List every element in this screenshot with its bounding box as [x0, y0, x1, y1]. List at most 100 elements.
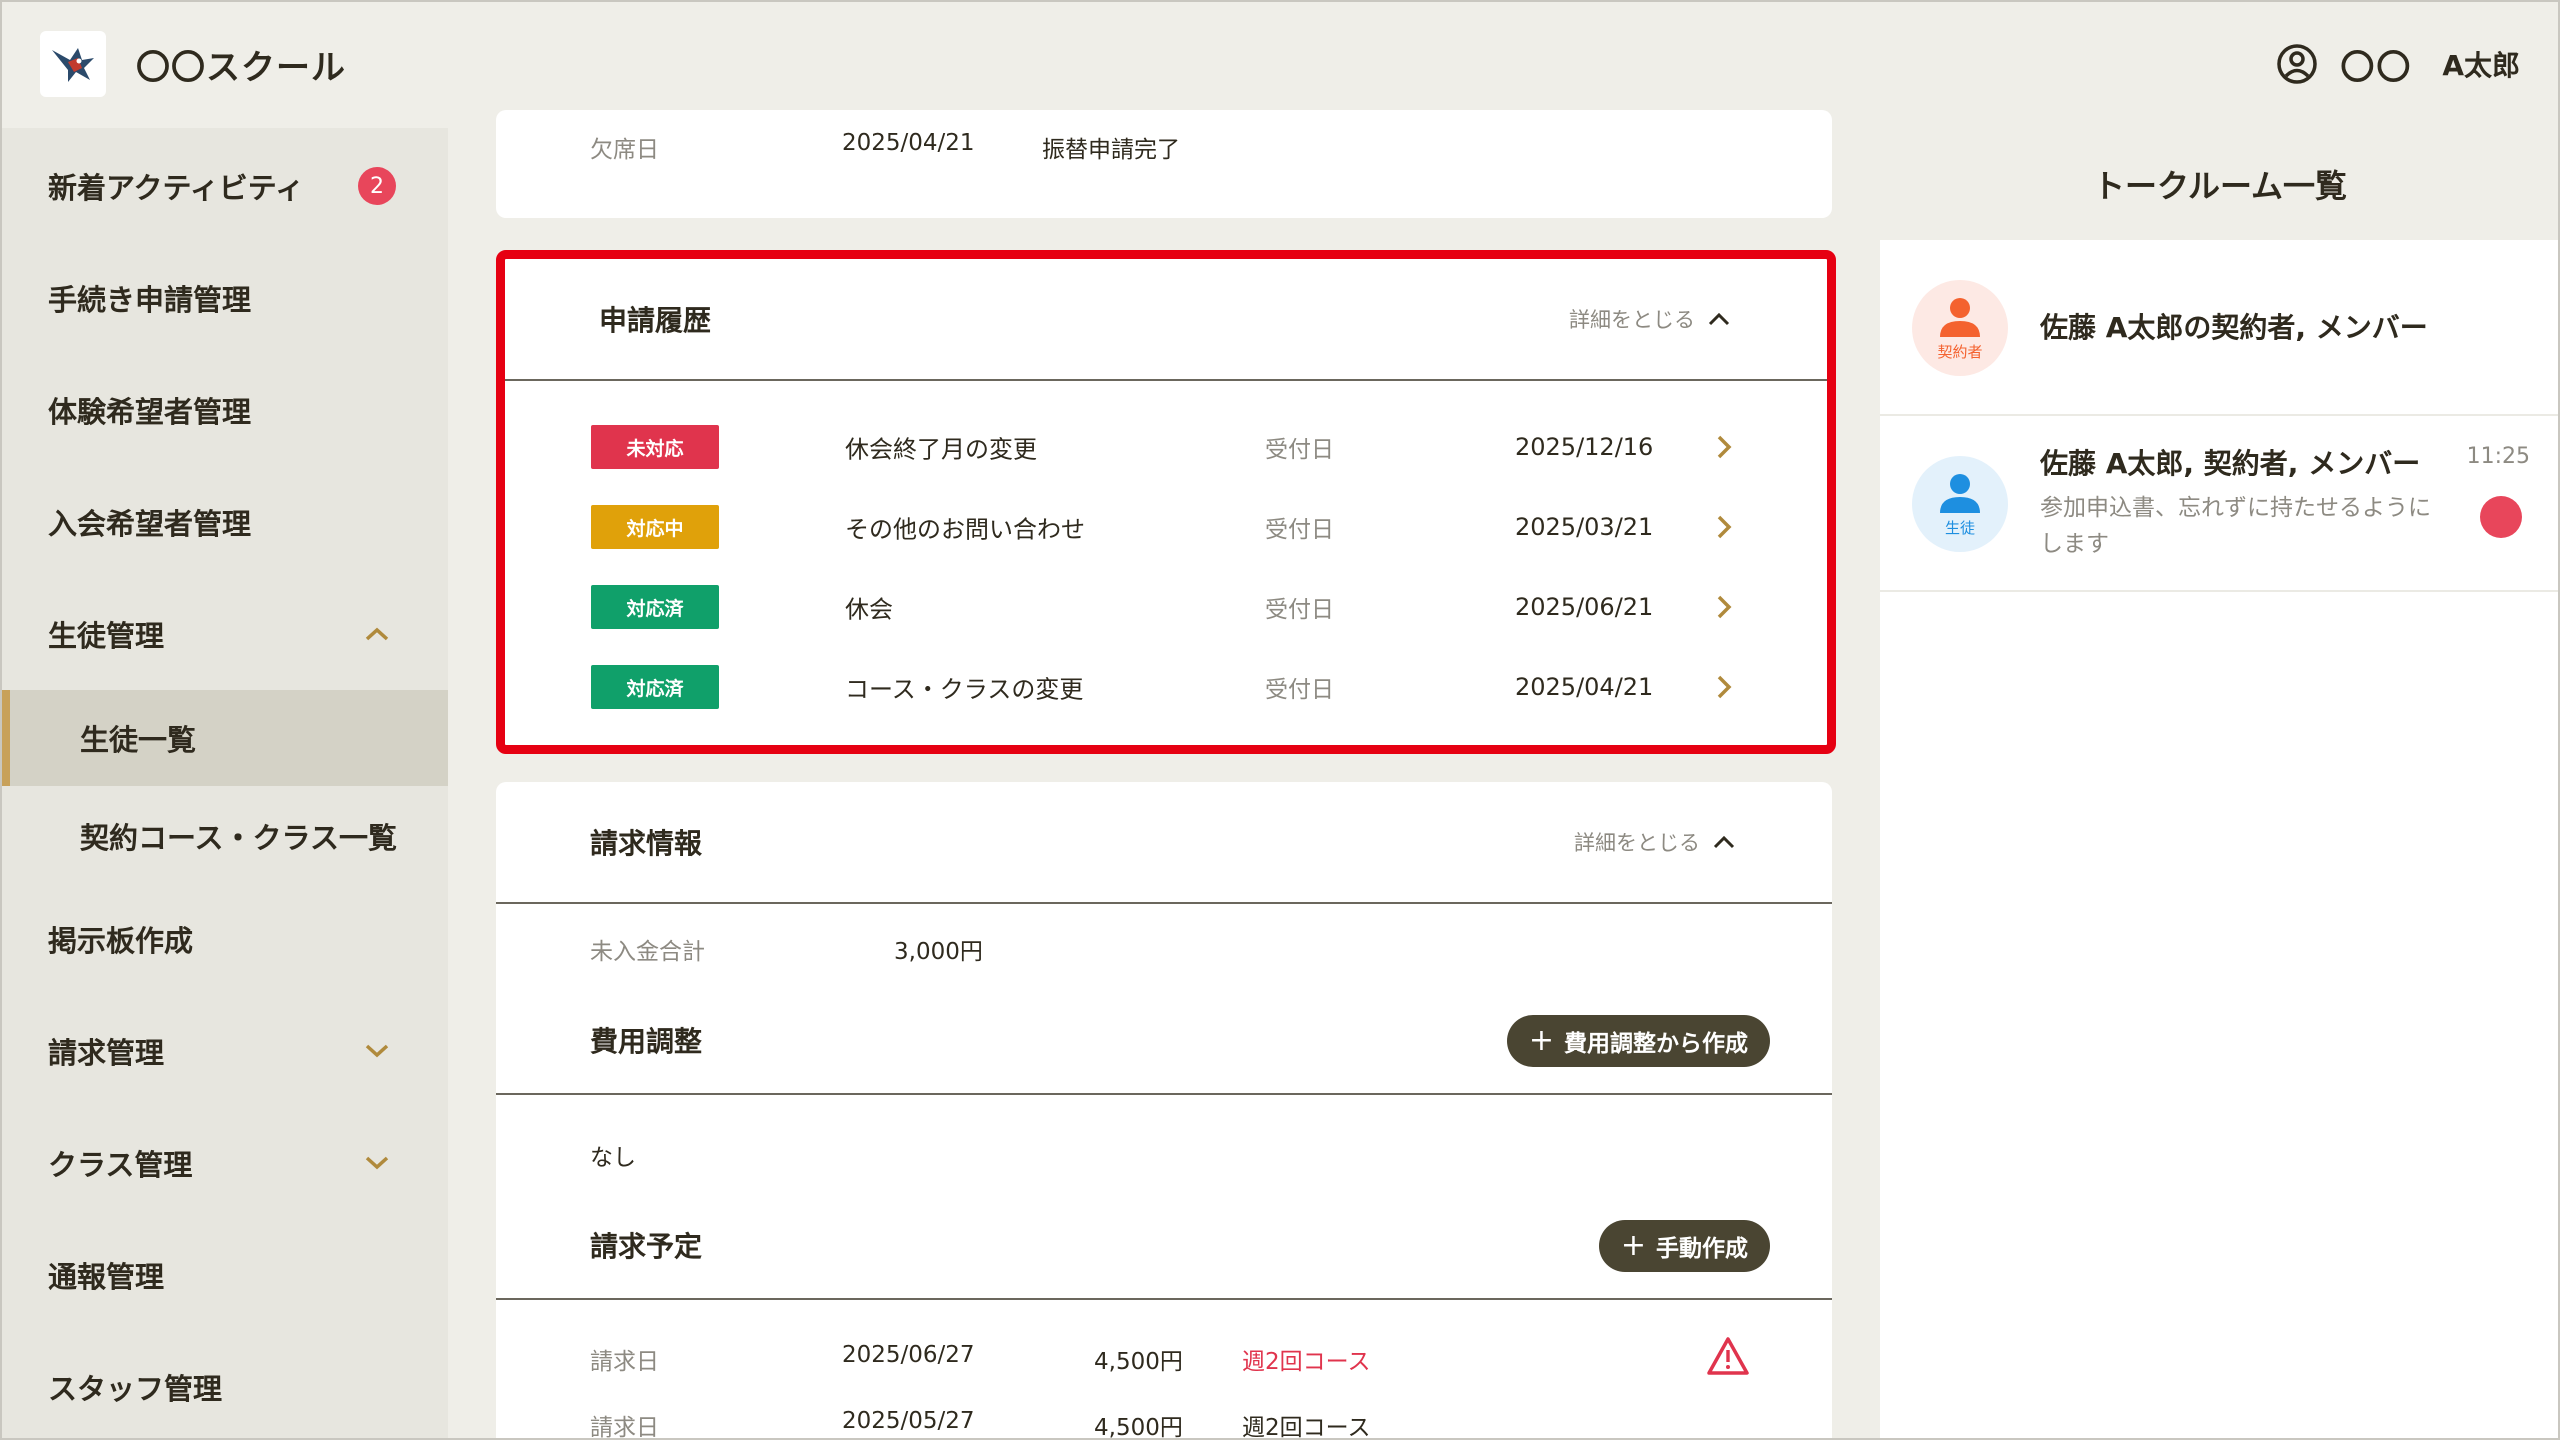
person-icon	[1940, 297, 1980, 337]
received-date: 2025/12/16	[1515, 433, 1654, 461]
talk-room-item[interactable]: 契約者 佐藤 A太郎の契約者, メンバー	[1880, 240, 2560, 416]
billing-date: 2025/05/27	[842, 1408, 975, 1434]
billing-amount: 4,500円	[1094, 1349, 1183, 1375]
received-date: 2025/04/21	[1515, 673, 1654, 701]
chevron-up-icon	[1708, 312, 1730, 326]
billing-course: 週2回コース	[1242, 1415, 1371, 1440]
history-row-title: 休会終了月の変更	[845, 435, 1037, 464]
billing-date-label: 請求日	[590, 1415, 659, 1440]
collapse-label: 詳細をとじる	[1574, 831, 1700, 855]
room-name: 佐藤 A太郎の契約者, メンバー	[2040, 311, 2428, 344]
room-last-message: 参加申込書、忘れずに持たせるようにします	[2040, 495, 2431, 557]
received-label: 受付日	[1265, 517, 1334, 543]
sidebar: 新着アクティビティ 2 手続き申請管理 体験希望者管理 入会希望者管理 生徒管理…	[0, 128, 448, 1440]
status-badge: 対応済	[591, 665, 719, 709]
history-row-title: コース・クラスの変更	[845, 675, 1084, 704]
person-icon	[1940, 473, 1980, 513]
manual-create-button[interactable]: + 手動作成	[1598, 1220, 1770, 1272]
sidebar-item-classes[interactable]: クラス管理	[0, 1115, 448, 1211]
sidebar-item-procedures[interactable]: 手続き申請管理	[0, 250, 448, 346]
chevron-right-icon[interactable]	[1715, 673, 1733, 701]
billing-schedule-row[interactable]: 請求日 2025/06/27 4,500円 週2回コース	[496, 1334, 1832, 1384]
user-menu[interactable]: 〇〇 A太郎	[2276, 40, 2520, 89]
sidebar-item-label: 通報管理	[48, 1260, 165, 1294]
sidebar-item-label: 掲示板作成	[48, 924, 194, 958]
history-row[interactable]: 対応中 その他のお問い合わせ 受付日 2025/03/21	[505, 487, 1827, 567]
sidebar-item-contract-courses[interactable]: 契約コース・クラス一覧	[0, 788, 448, 884]
adjust-value: なし	[590, 1145, 636, 1171]
absence-status: 振替申請完了	[1042, 137, 1180, 163]
avatar-caption: 生徒	[1944, 518, 1975, 537]
sidebar-item-students[interactable]: 生徒管理	[0, 586, 448, 682]
talk-room-item[interactable]: 生徒 佐藤 A太郎, 契約者, メンバー 参加申込書、忘れずに持たせるようにしま…	[1880, 416, 2560, 592]
plus-icon: +	[1528, 1023, 1554, 1058]
warning-icon	[1707, 1337, 1749, 1375]
unread-indicator	[2480, 496, 2522, 538]
billing-date: 2025/06/27	[842, 1342, 975, 1368]
adjust-header: 費用調整 + 費用調整から作成	[496, 987, 1832, 1095]
history-row[interactable]: 対応済 コース・クラスの変更 受付日 2025/04/21	[505, 647, 1827, 727]
history-row-title: 休会	[845, 595, 893, 624]
received-label: 受付日	[1265, 597, 1334, 623]
billing-title: 請求情報	[590, 827, 703, 860]
room-time: 11:25	[2466, 444, 2530, 469]
notification-badge: 2	[358, 167, 396, 205]
received-label: 受付日	[1265, 677, 1334, 703]
chevron-up-icon	[1713, 835, 1735, 849]
app-header: 〇〇スクール 〇〇 A太郎	[0, 0, 2560, 128]
billing-amount: 4,500円	[1094, 1415, 1183, 1440]
avatar: 契約者	[1912, 280, 2008, 376]
received-label: 受付日	[1265, 437, 1334, 463]
app-logo[interactable]	[40, 31, 106, 97]
sidebar-item-label: 入会希望者管理	[48, 507, 252, 541]
chevron-right-icon[interactable]	[1715, 593, 1733, 621]
application-history-section: 申請履歴 詳細をとじる 未対応 休会終了月の変更 受付日 2025/12/16 …	[496, 250, 1836, 754]
plus-icon: +	[1620, 1228, 1646, 1263]
billing-date-label: 請求日	[590, 1349, 659, 1375]
sidebar-item-label: クラス管理	[48, 1148, 193, 1182]
avatar: 生徒	[1912, 456, 2008, 552]
create-adjustment-button[interactable]: + 費用調整から作成	[1506, 1015, 1770, 1067]
sidebar-item-student-list[interactable]: 生徒一覧	[0, 690, 448, 786]
history-row[interactable]: 対応済 休会 受付日 2025/06/21	[505, 567, 1827, 647]
history-title: 申請履歴	[599, 304, 712, 337]
button-label: 費用調整から作成	[1564, 1031, 1748, 1057]
collapse-label: 詳細をとじる	[1569, 308, 1695, 332]
chevron-down-icon	[365, 1156, 389, 1170]
chevron-up-icon	[365, 627, 389, 641]
talk-room-title: トークルーム一覧	[1880, 128, 2560, 240]
absence-label: 欠席日	[590, 137, 659, 163]
sidebar-item-reports[interactable]: 通報管理	[0, 1227, 448, 1323]
sidebar-item-bulletin[interactable]: 掲示板作成	[0, 891, 448, 987]
received-date: 2025/03/21	[1515, 513, 1654, 541]
app-title: 〇〇スクール	[136, 47, 346, 88]
history-header: 申請履歴 詳細をとじる	[505, 259, 1827, 381]
history-collapse-toggle[interactable]: 詳細をとじる	[1569, 304, 1731, 334]
billing-schedule-row[interactable]: 請求日 2025/05/27 4,500円 週2回コース	[496, 1400, 1832, 1440]
billing-header: 請求情報 詳細をとじる	[496, 782, 1832, 904]
sidebar-item-staff[interactable]: スタッフ管理	[0, 1339, 448, 1435]
user-name: A太郎	[2442, 49, 2520, 82]
sidebar-item-trial[interactable]: 体験希望者管理	[0, 362, 448, 458]
status-badge: 対応中	[591, 505, 719, 549]
absence-date: 2025/04/21	[842, 130, 975, 156]
talk-room-panel: トークルーム一覧 契約者 佐藤 A太郎の契約者, メンバー 生徒 佐藤 A太郎,…	[1880, 128, 2560, 1440]
avatar-caption: 契約者	[1937, 342, 1983, 361]
sidebar-item-billing[interactable]: 請求管理	[0, 1003, 448, 1099]
schedule-header: 請求予定 + 手動作成	[496, 1192, 1832, 1300]
chevron-right-icon[interactable]	[1715, 433, 1733, 461]
chevron-right-icon[interactable]	[1715, 513, 1733, 541]
billing-collapse-toggle[interactable]: 詳細をとじる	[1574, 827, 1736, 857]
status-badge: 未対応	[591, 425, 719, 469]
sidebar-item-label: 生徒管理	[48, 619, 165, 653]
received-date: 2025/06/21	[1515, 593, 1654, 621]
chevron-down-icon	[365, 1044, 389, 1058]
history-row[interactable]: 未対応 休会終了月の変更 受付日 2025/12/16	[505, 407, 1827, 487]
unpaid-total-label: 未入金合計	[590, 939, 705, 965]
sidebar-item-new-activity[interactable]: 新着アクティビティ 2	[0, 138, 448, 234]
sidebar-item-label: 手続き申請管理	[48, 283, 252, 317]
org-name: 〇〇	[2340, 47, 2413, 88]
unpaid-total-value: 3,000円	[894, 939, 983, 965]
sidebar-item-enrollment[interactable]: 入会希望者管理	[0, 474, 448, 570]
schedule-title: 請求予定	[590, 1230, 703, 1263]
